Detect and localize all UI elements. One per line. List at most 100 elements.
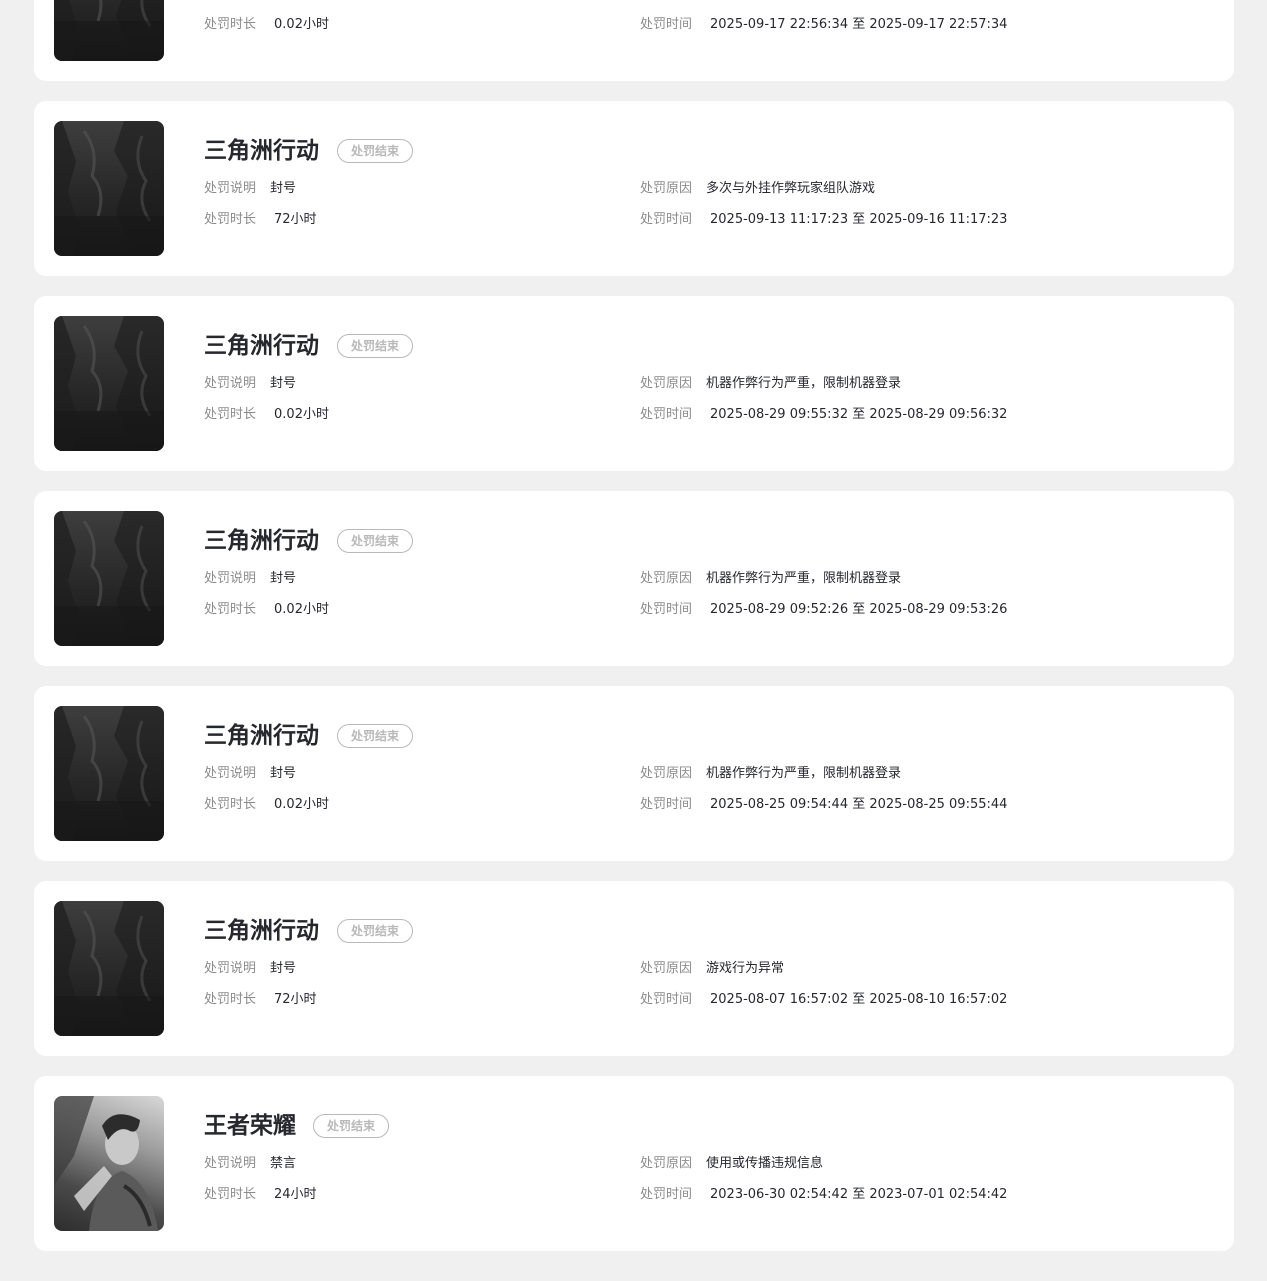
duration-label: 处罚时长 (204, 407, 257, 422)
penalty-description: 处罚说明封号 (204, 960, 296, 978)
status-badge: 处罚结束 (337, 334, 414, 358)
game-title: 三角洲行动 (204, 333, 319, 359)
penalty-reason: 处罚原因机器作弊行为严重，限制机器登录 (640, 375, 901, 393)
time-value: 2025-08-07 16:57:02 至 2025-08-10 16:57:0… (710, 992, 1008, 1007)
reason-label: 处罚原因 (640, 766, 693, 781)
penalty-record-card: 三角洲行动处罚结束处罚说明封号处罚时长 0.02小时 处罚原因机器作弊行为严重，限制… (34, 296, 1234, 471)
time-label: 处罚时间 (640, 1187, 693, 1202)
duration-label: 处罚时长 (204, 797, 257, 812)
time-label: 处罚时间 (640, 407, 693, 422)
time-label: 处罚时间 (640, 797, 693, 812)
honor-of-kings-thumbnail (54, 1096, 164, 1231)
status-badge: 处罚结束 (313, 1114, 390, 1138)
reason-label: 处罚原因 (640, 1156, 693, 1171)
time-value: 2025-08-29 09:55:32 至 2025-08-29 09:56:3… (710, 407, 1008, 422)
reason-label: 处罚原因 (640, 0, 692, 1)
game-title: 王者荣耀 (204, 1113, 296, 1139)
penalty-time: 处罚时间 2025-08-07 16:57:02 至 2025-08-10 16:… (640, 991, 1007, 1009)
description-label: 处罚说明 (204, 1156, 257, 1171)
duration-label: 处罚时长 (204, 212, 257, 227)
duration-value: 0.02小时 (274, 797, 329, 812)
description-value: 封号 (270, 961, 297, 976)
description-label: 处罚说明 (204, 0, 256, 1)
penalty-description: 处罚说明封号 (204, 375, 296, 393)
penalty-reason: 处罚原因 机器作弊行为严重，限制机器登录 (640, 0, 901, 3)
game-title: 三角洲行动 (204, 723, 319, 749)
description-label: 处罚说明 (204, 181, 257, 196)
status-badge: 处罚结束 (337, 919, 414, 943)
penalty-duration: 处罚时长 0.02小时 (204, 16, 329, 34)
time-label: 处罚时间 (640, 992, 693, 1007)
delta-force-thumbnail (54, 706, 164, 841)
duration-value: 0.02小时 (274, 407, 329, 422)
penalty-reason: 处罚原因机器作弊行为严重，限制机器登录 (640, 570, 901, 588)
duration-label: 处罚时长 (204, 992, 257, 1007)
penalty-reason: 处罚原因 多次与外挂作弊玩家组队游戏 (640, 180, 875, 198)
description-value: 封号 (270, 181, 297, 196)
reason-label: 处罚原因 (640, 961, 693, 976)
description-value: 封号 (270, 571, 297, 586)
delta-force-thumbnail (54, 901, 164, 1036)
duration-label: 处罚时长 (204, 1187, 257, 1202)
description-value: 封号 (270, 0, 296, 1)
delta-force-thumbnail (54, 511, 164, 646)
penalty-reason: 处罚原因 使用或传播违规信息 (640, 1155, 823, 1173)
duration-value: 24小时 (274, 1187, 317, 1202)
status-badge: 处罚结束 (337, 529, 414, 553)
delta-force-thumbnail (54, 121, 164, 256)
reason-value: 机器作弊行为严重，限制机器登录 (706, 0, 901, 1)
time-label: 处罚时间 (640, 212, 693, 227)
reason-label: 处罚原因 (640, 571, 693, 586)
penalty-time: 处罚时间 2025-08-29 09:55:32 至 2025-08-29 09:… (640, 406, 1007, 424)
time-label: 处罚时间 (640, 602, 693, 617)
time-value: 2025-08-29 09:52:26 至 2025-08-29 09:53:2… (710, 602, 1008, 617)
penalty-record-list: 三角洲行动处罚结束处罚说明封号处罚时长0.02小时处罚原因机器作弊行为严重，限制… (34, 0, 1234, 1271)
penalty-duration: 处罚时长 72小时 (204, 991, 317, 1009)
reason-value: 机器作弊行为严重，限制机器登录 (706, 766, 902, 781)
penalty-description: 处罚说明封号 (204, 765, 296, 783)
penalty-description: 处罚说明封号 (204, 570, 296, 588)
penalty-time: 处罚时间 2025-09-17 22:56:34 至 2025-09-17 22:… (640, 16, 1007, 34)
penalty-record-card: 三角洲行动处罚结束处罚说明封号处罚时长0.02小时 处罚原因机器作弊行为严重，限制… (34, 491, 1234, 666)
penalty-duration: 处罚时长 0.02小时 (204, 406, 329, 424)
time-value: 2023-06-30 02:54:42 至 2023-07-01 02:54:4… (710, 1187, 1008, 1202)
penalty-time: 处罚时间 2025-08-29 09:52:26 至 2025-08-29 09:… (640, 601, 1007, 619)
penalty-description: 处罚说明 封号 (204, 0, 296, 3)
penalty-duration: 处罚时长 0.02小时 (204, 601, 329, 619)
game-title: 三角洲行动 (204, 138, 319, 164)
delta-force-thumbnail (54, 316, 164, 451)
description-label: 处罚说明 (204, 961, 257, 976)
penalty-duration: 处罚时长 0.02小时 (204, 796, 329, 814)
duration-value: 0.02小时 (274, 602, 329, 617)
description-label: 处罚说明 (204, 376, 257, 391)
penalty-reason: 处罚原因机器作弊行为严重，限制机器登录 (640, 765, 901, 783)
reason-value: 多次与外挂作弊玩家组队游戏 (706, 181, 876, 196)
reason-label: 处罚原因 (640, 376, 693, 391)
duration-value: 0.02小时 (274, 17, 329, 32)
game-title: 三角洲行动 (204, 918, 319, 944)
duration-value: 72小时 (274, 212, 317, 227)
status-badge: 处罚结束 (337, 139, 414, 163)
time-value: 2025-09-17 22:56:34 至 2025-09-17 22:57:3… (710, 17, 1008, 32)
penalty-time: 处罚时间 2023-06-30 02:54:42 至 2023-07-01 02:… (640, 1186, 1007, 1204)
description-label: 处罚说明 (204, 766, 257, 781)
duration-value: 72小时 (274, 992, 317, 1007)
penalty-duration: 处罚时长 24小时 (204, 1186, 317, 1204)
penalty-duration: 处罚时长 72小时 (204, 211, 317, 229)
penalty-time: 处罚时间 2025-09-13 11:17:23 至 2025-09-16 11:… (640, 211, 1007, 229)
penalty-record-card: 三角洲行动处罚结束处罚说明封号处罚时长0.02小时处罚原因机器作弊行为严重，限制… (34, 0, 1234, 81)
reason-value: 机器作弊行为严重，限制机器登录 (706, 571, 902, 586)
penalty-description: 处罚说明封号 (204, 180, 296, 198)
game-title: 三角洲行动 (204, 528, 319, 554)
delta-force-thumbnail (54, 0, 164, 61)
penalty-description: 处罚说明 禁言 (204, 1155, 296, 1173)
duration-label: 处罚时长 (204, 17, 257, 32)
reason-label: 处罚原因 (640, 181, 693, 196)
reason-value: 使用或传播违规信息 (706, 1156, 824, 1171)
penalty-time: 处罚时间 2025-08-25 09:54:44 至 2025-08-25 09:… (640, 796, 1007, 814)
reason-value: 机器作弊行为严重，限制机器登录 (706, 376, 902, 391)
time-label: 处罚时间 (640, 17, 693, 32)
penalty-record-card: 王者荣耀 处罚结束 处罚说明 禁言 处罚时长 24小时 处罚原因 使用或传播违规信息 处罚时间 2… (34, 1076, 1234, 1251)
description-label: 处罚说明 (204, 571, 257, 586)
penalty-record-card: 三角洲行动处罚结束处罚说明封号处罚时长0.02小时处罚原因机器作弊行为严重，限制… (34, 686, 1234, 861)
